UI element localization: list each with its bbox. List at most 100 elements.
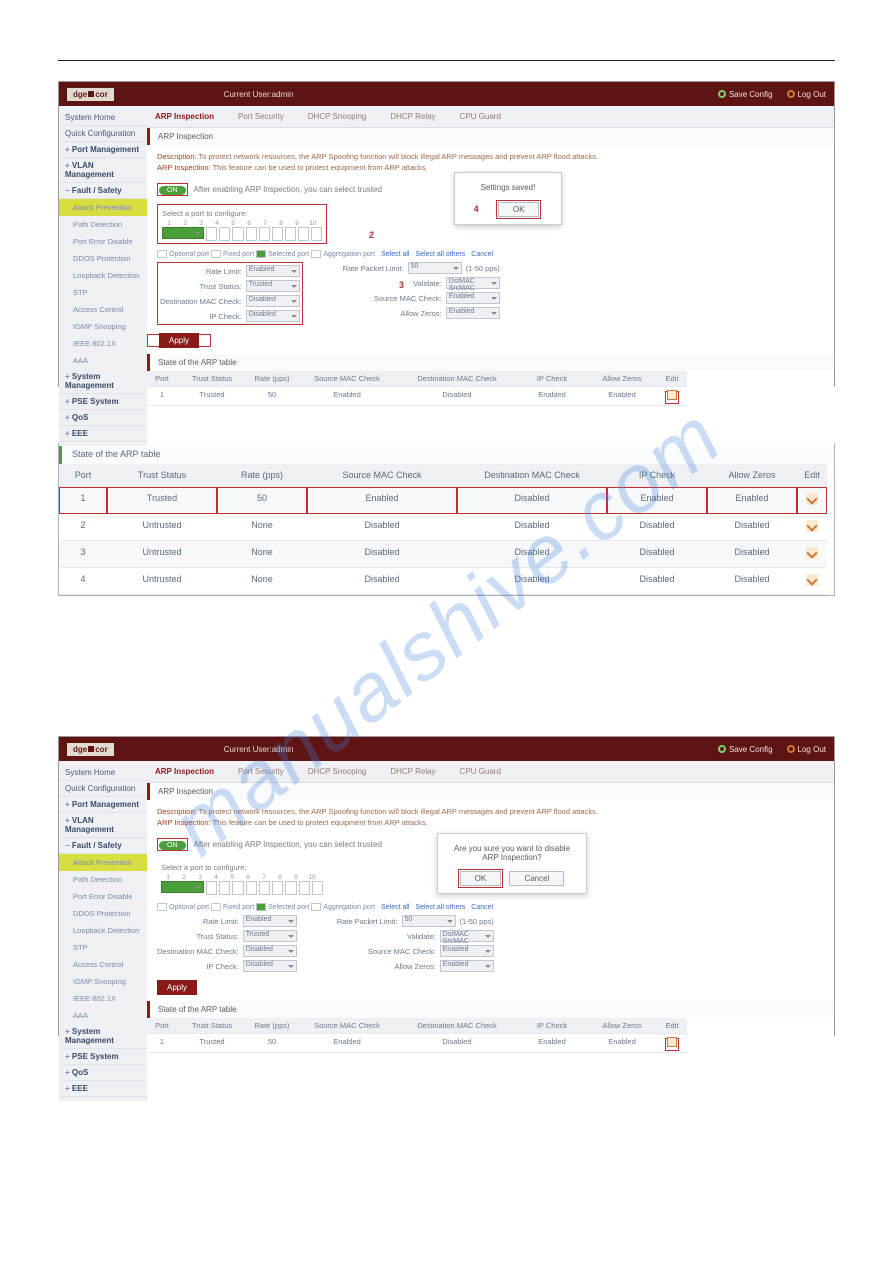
sidebar-item[interactable]: Path Detection [59, 871, 147, 888]
sidebar-item[interactable]: IGMP Snooping [59, 973, 147, 990]
sidebar-item[interactable]: EEE [59, 1081, 147, 1097]
select-field[interactable]: Disabled [243, 960, 297, 972]
sidebar-item[interactable]: Port Management [59, 797, 147, 813]
tab[interactable]: CPU Guard [460, 767, 501, 776]
sidebar-item[interactable]: System Management [59, 1024, 147, 1049]
tab[interactable]: DHCP Relay [390, 112, 435, 121]
edit-icon[interactable] [667, 1037, 677, 1047]
select-field[interactable]: DstMAC SrcMAC [440, 930, 494, 942]
log-out-link[interactable]: Log Out [787, 745, 826, 754]
select-field[interactable]: 50 [402, 915, 456, 927]
port-cell[interactable] [206, 227, 217, 241]
sidebar-item[interactable]: QoS [59, 1065, 147, 1081]
sidebar-item[interactable]: Access Control [59, 301, 147, 318]
sidebar-item[interactable]: VLAN Management [59, 813, 147, 838]
tab[interactable]: Port Security [238, 767, 284, 776]
port-cell[interactable] [285, 227, 296, 241]
sidebar-item[interactable]: System Home [59, 110, 147, 126]
select-field[interactable]: Enabled [440, 960, 494, 972]
sidebar-item[interactable]: VLAN Management [59, 158, 147, 183]
sidebar-item[interactable]: Loopback Detection [59, 922, 147, 939]
sidebar-item[interactable]: AAA [59, 352, 147, 369]
tab[interactable]: Port Security [238, 112, 284, 121]
sidebar-item[interactable]: AAA [59, 1007, 147, 1024]
legend-link[interactable]: Select all others [415, 904, 465, 911]
port-cell[interactable] [232, 227, 243, 241]
port-cell[interactable] [162, 227, 204, 239]
tab[interactable]: DHCP Snooping [308, 767, 367, 776]
sidebar-item[interactable]: DDOS Protection [59, 905, 147, 922]
sidebar-item[interactable]: PSE System [59, 1049, 147, 1065]
port-cell[interactable] [232, 881, 243, 895]
sidebar-item[interactable]: Port Error Disable [59, 888, 147, 905]
sidebar-item[interactable]: IEEE 802.1X [59, 990, 147, 1007]
select-field[interactable]: Trusted [243, 930, 297, 942]
tab[interactable]: ARP Inspection [155, 767, 214, 776]
sidebar-item[interactable]: DDOS Protection [59, 250, 147, 267]
port-cell[interactable] [206, 881, 217, 895]
sidebar-item[interactable]: Quick Configuration [59, 781, 147, 797]
tab[interactable]: DHCP Snooping [308, 112, 367, 121]
on-toggle[interactable]: ON [159, 841, 186, 850]
legend-link[interactable]: Cancel [471, 251, 493, 258]
apply-button[interactable]: Apply [157, 980, 197, 995]
tab[interactable]: ARP Inspection [155, 112, 214, 121]
edit-icon[interactable] [806, 493, 818, 505]
sidebar-item[interactable]: Attack Prevention [59, 854, 147, 871]
sidebar-item[interactable]: QoS [59, 410, 147, 426]
select-field[interactable]: Enabled [446, 307, 500, 319]
port-cell[interactable] [312, 881, 323, 895]
select-field[interactable]: Enabled [446, 292, 500, 304]
select-field[interactable]: Disabled [246, 295, 300, 307]
select-field[interactable]: Enabled [243, 915, 297, 927]
save-config-link[interactable]: Save Config [718, 745, 773, 754]
port-cell[interactable] [246, 881, 257, 895]
save-config-link[interactable]: Save Config [718, 90, 773, 99]
legend-link[interactable]: Select all [381, 251, 409, 258]
edit-icon[interactable] [806, 520, 818, 532]
legend-link[interactable]: Select all others [415, 251, 465, 258]
sidebar-item[interactable]: PSE System [59, 394, 147, 410]
on-toggle[interactable]: ON [159, 186, 186, 195]
port-cell[interactable] [298, 227, 309, 241]
port-cell[interactable] [259, 881, 270, 895]
port-cell[interactable] [246, 227, 257, 241]
port-cell[interactable] [299, 881, 310, 895]
legend-link[interactable]: Cancel [471, 904, 493, 911]
legend-link[interactable]: Select all [381, 904, 409, 911]
log-out-link[interactable]: Log Out [787, 90, 826, 99]
tab[interactable]: CPU Guard [460, 112, 501, 121]
cancel-button[interactable]: Cancel [509, 871, 564, 886]
select-field[interactable]: 50 [408, 262, 462, 274]
sidebar-item[interactable]: Quick Configuration [59, 126, 147, 142]
port-cell[interactable] [219, 227, 230, 241]
apply-button[interactable]: Apply [159, 333, 199, 348]
ok-button[interactable]: OK [460, 871, 502, 886]
edit-icon[interactable] [806, 574, 818, 586]
port-cell[interactable] [272, 227, 283, 241]
sidebar-item[interactable]: Port Error Disable [59, 233, 147, 250]
sidebar-item[interactable]: IEEE 802.1X [59, 335, 147, 352]
sidebar-item[interactable]: Attack Prevention [59, 199, 147, 216]
sidebar-item[interactable]: Port Management [59, 142, 147, 158]
select-field[interactable]: Trusted [246, 280, 300, 292]
sidebar-item[interactable]: Path Detection [59, 216, 147, 233]
port-cell[interactable] [219, 881, 230, 895]
sidebar-item[interactable]: Loopback Detection [59, 267, 147, 284]
sidebar-item[interactable]: Fault / Safety [59, 838, 147, 854]
edit-icon[interactable] [667, 390, 677, 400]
select-field[interactable]: DstMAC SrcMAC [446, 277, 500, 289]
select-field[interactable]: Disabled [243, 945, 297, 957]
sidebar-item[interactable]: EEE [59, 426, 147, 442]
select-field[interactable]: Enabled [440, 945, 494, 957]
sidebar-item[interactable]: System Management [59, 369, 147, 394]
port-cell[interactable] [272, 881, 283, 895]
sidebar-item[interactable]: System Home [59, 765, 147, 781]
select-field[interactable]: Enabled [246, 265, 300, 277]
port-cell[interactable] [259, 227, 270, 241]
edit-icon[interactable] [806, 547, 818, 559]
port-cell[interactable] [285, 881, 296, 895]
sidebar-item[interactable]: STP [59, 284, 147, 301]
port-cell[interactable] [311, 227, 322, 241]
ok-button[interactable]: OK [498, 202, 540, 217]
